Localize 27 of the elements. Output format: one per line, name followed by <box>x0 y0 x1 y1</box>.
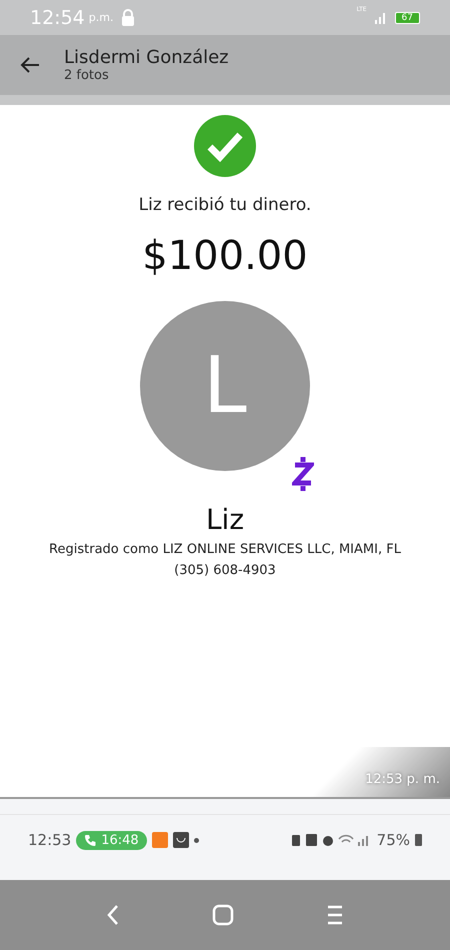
app-icon <box>152 832 168 848</box>
message-timestamp: 12:53 p. m. <box>365 772 440 787</box>
chat-title: Lisdermi González <box>64 47 229 68</box>
status-time: 12:54 <box>30 6 85 28</box>
payment-amount: $100.00 <box>142 233 308 279</box>
chat-subtitle: 2 fotos <box>64 68 110 83</box>
call-timer: 16:48 <box>76 830 147 850</box>
payment-message: Liz recibió tu dinero. <box>138 195 312 215</box>
status-ampm: p.m. <box>88 11 114 24</box>
inner-status-time: 12:53 <box>28 831 72 849</box>
phone-icon <box>84 834 96 846</box>
lock-icon <box>121 9 136 26</box>
battery-level: 67 <box>394 12 420 24</box>
zelle-logo-icon <box>292 456 314 492</box>
app-icon <box>172 832 189 848</box>
home-nav-icon[interactable] <box>212 904 234 926</box>
avatar: L <box>140 301 310 471</box>
back-nav-icon[interactable] <box>106 904 120 926</box>
phone-number: (305) 608-4903 <box>174 563 276 578</box>
menu-icon[interactable] <box>326 905 344 925</box>
registered-name: Registrado como LIZ ONLINE SERVICES LLC, MIAMI, FL <box>49 542 401 557</box>
check-icon <box>194 115 256 177</box>
dot-icon <box>194 838 199 842</box>
signal-icon <box>374 12 387 24</box>
battery-percent: 75% <box>376 831 410 849</box>
battery-icon <box>415 834 422 846</box>
recipient-name: Liz <box>206 503 244 536</box>
